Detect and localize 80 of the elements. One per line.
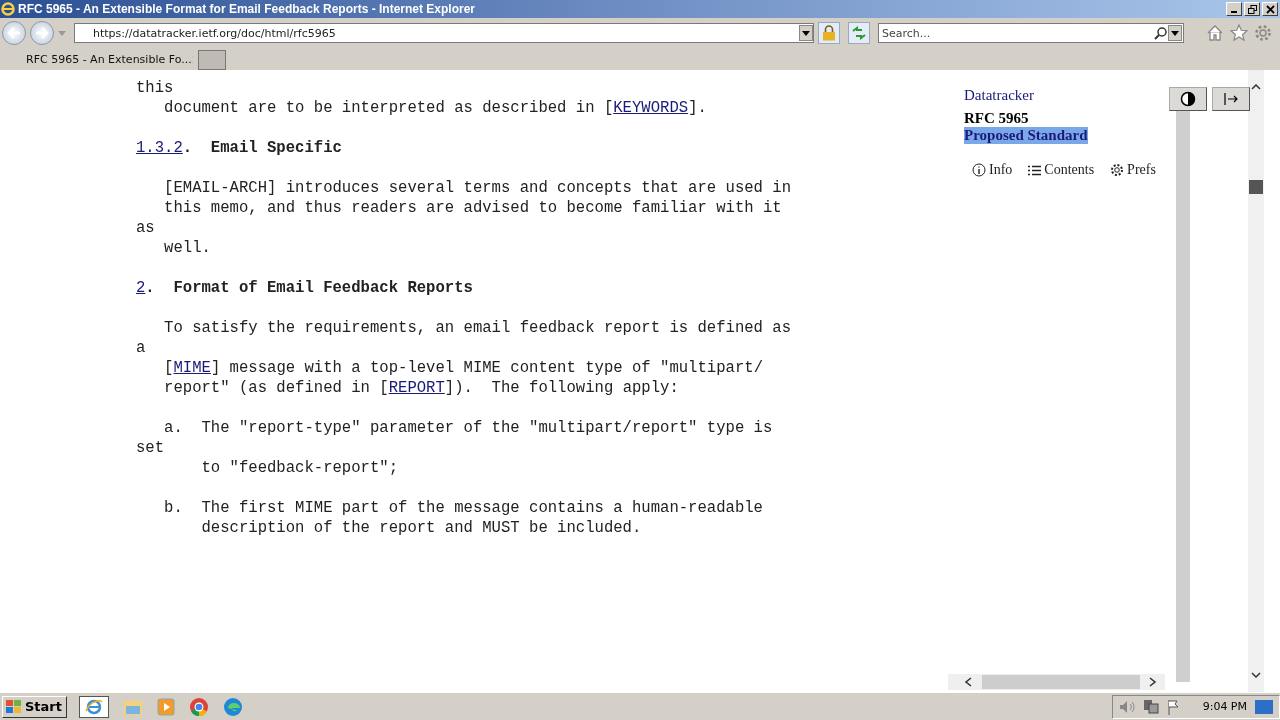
minimize-button[interactable] (1226, 2, 1242, 16)
reference-link[interactable]: MIME (173, 359, 211, 377)
contrast-icon (1180, 91, 1196, 107)
caret-icon (1171, 30, 1179, 36)
sidebar-link[interactable]: Info (972, 162, 1013, 178)
info-icon (972, 163, 986, 177)
back-arrow-icon (7, 27, 21, 39)
scrollbar-thumb[interactable] (1249, 180, 1263, 194)
document-text: well. (163, 239, 211, 257)
theme-toggle-button[interactable] (1169, 87, 1207, 111)
lock-button[interactable] (818, 22, 840, 44)
refresh-button[interactable] (848, 22, 870, 44)
document-text: description of the report and MUST be included. (200, 519, 642, 537)
document-text: this (136, 79, 174, 97)
document-text: report" (as defined in [REPORT]). The following apply: (163, 379, 679, 397)
document-text: to "feedback-report"; (200, 459, 399, 477)
document-text: [EMAIL-ARCH] introduces several terms and concepts that are used in (163, 179, 792, 197)
section-heading: 1.3.2. Email Specific (136, 139, 342, 157)
reference-link[interactable]: 2 (136, 279, 146, 297)
edge-icon[interactable] (223, 696, 243, 717)
page-scrollbar[interactable] (1248, 70, 1264, 692)
close-icon (1265, 4, 1275, 14)
document-text: document are to be interpreted as described in [KEYWORDS]. (163, 99, 707, 117)
document-text: a (136, 339, 146, 357)
search-box[interactable]: Search... (878, 23, 1184, 43)
document-text: To satisfy the requirements, an email feedback report is defined as (163, 319, 792, 337)
address-dropdown-button[interactable] (799, 25, 813, 41)
horizontal-scrollbar[interactable] (948, 674, 1165, 690)
caret-icon (802, 30, 810, 36)
document-text: b. The first MIME part of the message contains a human-readable (163, 499, 763, 517)
network-icon[interactable] (1142, 698, 1159, 715)
close-button[interactable] (1262, 2, 1278, 16)
window-title: RFC 5965 - An Extensible Format for Email Feedback Reports - Internet Explorer (18, 2, 476, 16)
document-text: [MIME] message with a top-level MIME content type of "multipart/ (163, 359, 763, 377)
scrollbar-thumb[interactable] (982, 675, 1140, 689)
sidebar-link[interactable]: Contents (1028, 162, 1095, 178)
start-button[interactable]: Start (2, 695, 67, 718)
arrow-to-bar-icon (1223, 93, 1239, 105)
browser-taskbar-button[interactable] (79, 695, 109, 718)
reference-link[interactable]: REPORT (388, 379, 445, 397)
site-link[interactable]: Datatracker (964, 87, 1034, 104)
new-tab-button[interactable] (198, 50, 226, 70)
list-icon (1028, 164, 1042, 176)
document-text: set (136, 439, 165, 457)
clock-time[interactable]: 9:04 PM (1202, 700, 1247, 713)
arrows-icon (851, 26, 867, 40)
windows-logo-icon (5, 698, 23, 715)
browser-logo-icon (0, 1, 16, 17)
settings-icon[interactable] (1254, 24, 1272, 42)
flag-icon[interactable] (1166, 698, 1181, 715)
panel-scrollbar[interactable] (1176, 110, 1190, 682)
document-text: as (136, 219, 155, 237)
search-dropdown-button[interactable] (1168, 25, 1182, 41)
reference-link[interactable]: KEYWORDS (613, 99, 689, 117)
forward-button[interactable] (30, 21, 54, 45)
rfc-number: RFC 5965 (964, 110, 1030, 127)
document-status: Proposed Standard (964, 127, 1088, 144)
collapse-panel-button[interactable] (1212, 87, 1250, 111)
media-player-icon[interactable] (157, 697, 175, 716)
star-icon[interactable] (1230, 24, 1248, 42)
back-button[interactable] (2, 21, 26, 45)
settings-icon (1110, 163, 1125, 177)
restore-button[interactable] (1244, 2, 1260, 16)
section-heading: 2. Format of Email Feedback Reports (136, 279, 473, 297)
address-field[interactable]: https://datatracker.ietf.org/doc/html/rfc5965 (74, 23, 814, 43)
home-icon[interactable] (1206, 24, 1224, 42)
search-icon[interactable] (1154, 26, 1167, 40)
speaker-icon[interactable] (1118, 699, 1135, 714)
lock-icon (822, 25, 836, 41)
up-chevron-icon[interactable] (1251, 84, 1261, 90)
sidebar-link[interactable]: Prefs (1110, 162, 1156, 178)
forward-arrow-icon (35, 27, 49, 39)
document-text: a. The "report-type" parameter of the "multipart/report" type is (163, 419, 773, 437)
document-text: this memo, and thus readers are advised to become familiar with it (163, 199, 782, 217)
down-chevron-icon[interactable] (1251, 672, 1261, 678)
chrome-icon[interactable] (189, 696, 209, 717)
reference-link[interactable]: 1.3.2 (136, 139, 183, 157)
browser-logo-icon (85, 697, 103, 716)
restore-icon (1247, 4, 1257, 14)
show-desktop-icon[interactable] (1255, 699, 1273, 714)
